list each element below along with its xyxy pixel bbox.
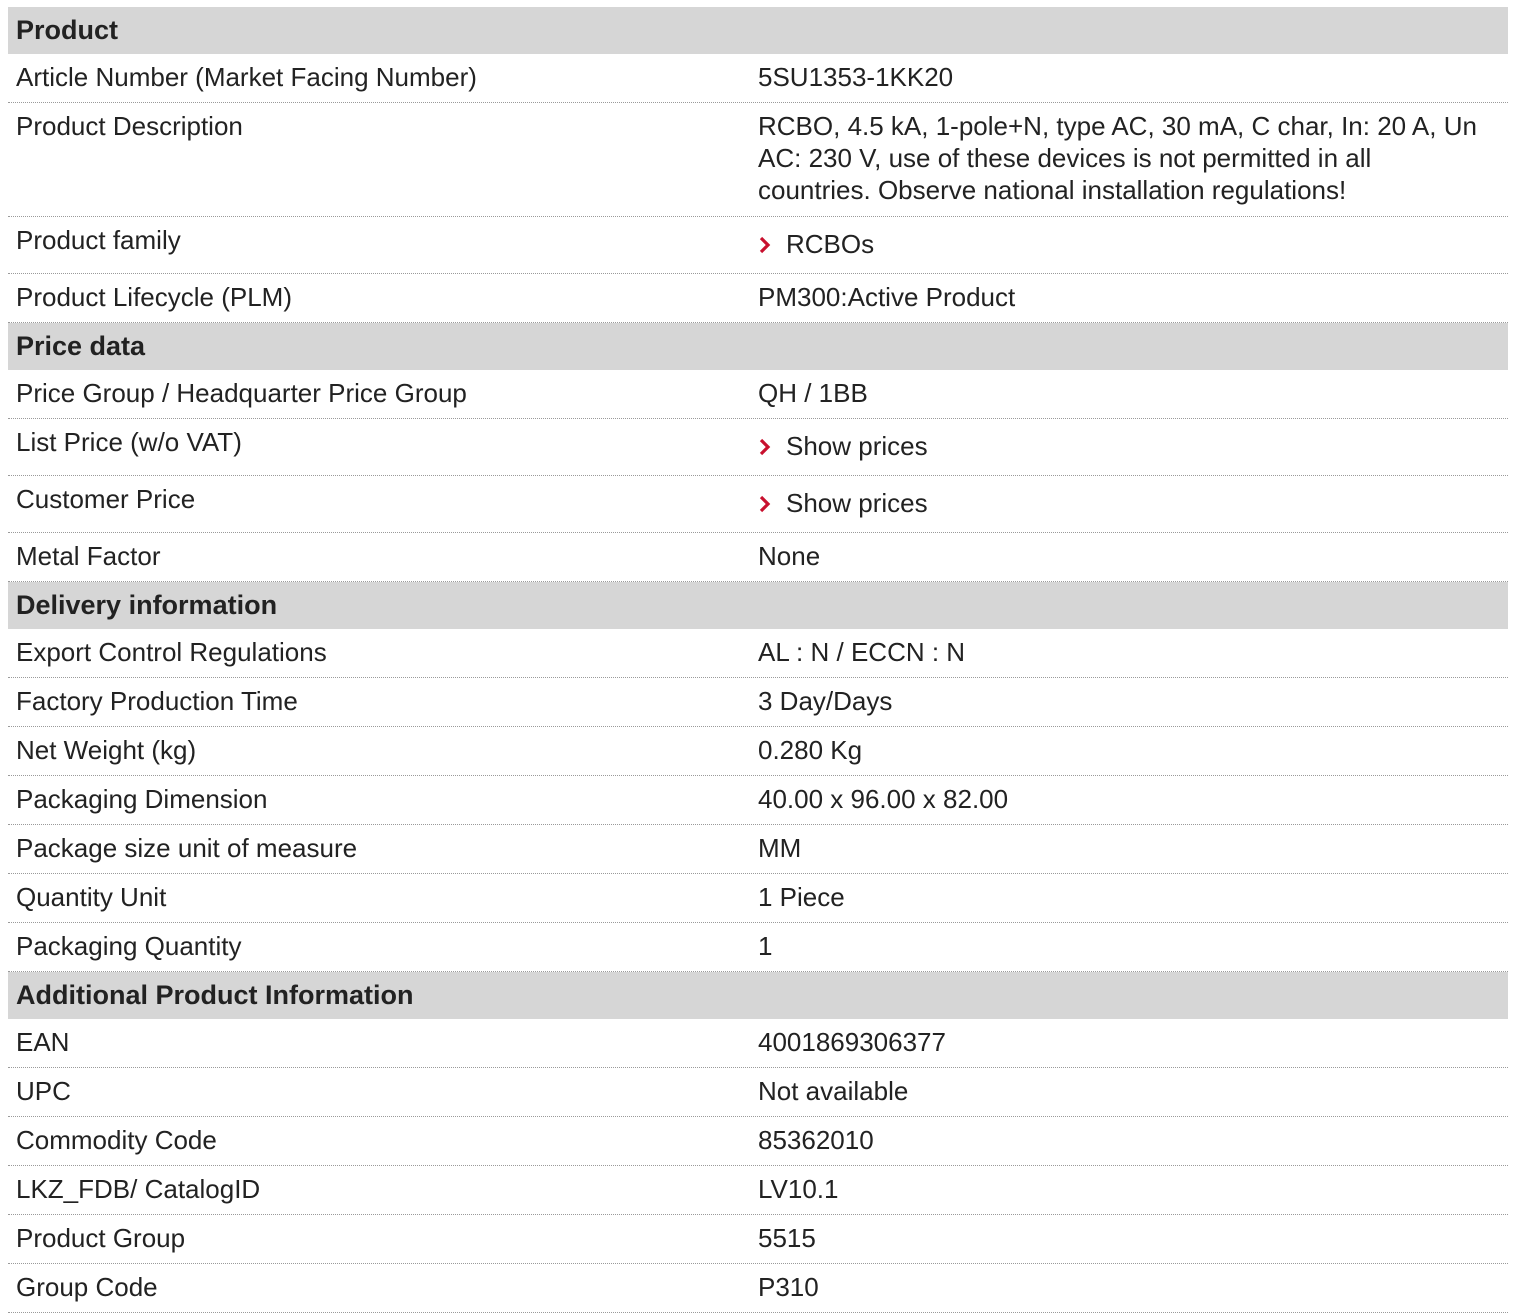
table-row-group-code: Group Code P310 (8, 1264, 1508, 1313)
product-family-link[interactable]: RCBOs (758, 224, 1508, 273)
table-row-catalog-id: LKZ_FDB/ CatalogID LV10.1 (8, 1166, 1508, 1215)
show-list-prices-link[interactable]: Show prices (758, 426, 1508, 475)
table-row-packaging-dimension: Packaging Dimension 40.00 x 96.00 x 82.0… (8, 776, 1508, 825)
section-header-additional-product-information: Additional Product Information (8, 972, 1508, 1019)
table-row-metal-factor: Metal Factor None (8, 533, 1508, 582)
row-label: Product Group (16, 1223, 186, 1253)
row-label: Group Code (16, 1272, 158, 1302)
product-data-table: Product Article Number (Market Facing Nu… (8, 7, 1508, 1313)
table-row-price-group: Price Group / Headquarter Price Group QH… (8, 370, 1508, 419)
table-row-upc: UPC Not available (8, 1068, 1508, 1117)
table-row-article-number: Article Number (Market Facing Number) 5S… (8, 54, 1508, 103)
row-value: 0.280 Kg (758, 735, 863, 765)
row-label: Product family (16, 225, 181, 255)
row-label: Packaging Quantity (16, 931, 242, 961)
table-row-commodity-code: Commodity Code 85362010 (8, 1117, 1508, 1166)
chevron-right-icon (758, 228, 786, 260)
row-value: 4001869306377 (758, 1027, 946, 1057)
table-row-product-group: Product Group 5515 (8, 1215, 1508, 1264)
row-label: Quantity Unit (16, 882, 167, 912)
link-label[interactable]: Show prices (786, 487, 928, 519)
table-row-export-control: Export Control Regulations AL : N / ECCN… (8, 629, 1508, 678)
row-label: Packaging Dimension (16, 784, 268, 814)
section-header-price-data: Price data (8, 323, 1508, 370)
row-value: PM300:Active Product (758, 282, 1016, 312)
row-value: 3 Day/Days (758, 686, 893, 716)
table-row-package-size-unit: Package size unit of measure MM (8, 825, 1508, 874)
row-label: Metal Factor (16, 541, 161, 571)
table-row-customer-price: Customer Price Show prices (8, 476, 1508, 533)
row-label: Export Control Regulations (16, 637, 327, 667)
section-header-product: Product (8, 7, 1508, 54)
row-value: 40.00 x 96.00 x 82.00 (758, 784, 1009, 814)
row-value: None (758, 541, 821, 571)
row-label: Commodity Code (16, 1125, 217, 1155)
row-value: QH / 1BB (758, 378, 868, 408)
row-label: Price Group / Headquarter Price Group (16, 378, 467, 408)
row-label: Package size unit of measure (16, 833, 358, 863)
row-label: UPC (16, 1076, 71, 1106)
row-value: 85362010 (758, 1125, 874, 1155)
row-value: AL : N / ECCN : N (758, 637, 966, 667)
table-row-factory-production-time: Factory Production Time 3 Day/Days (8, 678, 1508, 727)
table-row-ean: EAN 4001869306377 (8, 1019, 1508, 1068)
row-label: Factory Production Time (16, 686, 298, 716)
row-value: RCBO, 4.5 kA, 1-pole+N, type AC, 30 mA, … (758, 111, 1477, 205)
row-label: Article Number (Market Facing Number) (16, 62, 477, 92)
row-label: Customer Price (16, 484, 196, 514)
table-row-packaging-quantity: Packaging Quantity 1 (8, 923, 1508, 972)
chevron-right-icon (758, 487, 786, 519)
table-row-net-weight: Net Weight (kg) 0.280 Kg (8, 727, 1508, 776)
row-label: EAN (16, 1027, 70, 1057)
table-row-product-description: Product Description RCBO, 4.5 kA, 1-pole… (8, 103, 1508, 217)
row-label: List Price (w/o VAT) (16, 427, 242, 457)
table-row-product-family: Product family RCBOs (8, 217, 1508, 274)
row-value: 5SU1353-1KK20 (758, 62, 954, 92)
row-value: 1 (758, 931, 773, 961)
row-label: LKZ_FDB/ CatalogID (16, 1174, 261, 1204)
row-value: 5515 (758, 1223, 816, 1253)
row-value: MM (758, 833, 802, 863)
row-label: Net Weight (kg) (16, 735, 197, 765)
link-label[interactable]: Show prices (786, 430, 928, 462)
row-value: 1 Piece (758, 882, 845, 912)
chevron-right-icon (758, 430, 786, 462)
table-row-list-price: List Price (w/o VAT) Show prices (8, 419, 1508, 476)
section-header-delivery-information: Delivery information (8, 582, 1508, 629)
row-value: P310 (758, 1272, 819, 1302)
table-row-quantity-unit: Quantity Unit 1 Piece (8, 874, 1508, 923)
table-row-product-lifecycle: Product Lifecycle (PLM) PM300:Active Pro… (8, 274, 1508, 323)
show-customer-prices-link[interactable]: Show prices (758, 483, 1508, 532)
link-label[interactable]: RCBOs (786, 228, 874, 260)
row-value: Not available (758, 1076, 909, 1106)
row-label: Product Lifecycle (PLM) (16, 282, 292, 312)
row-label: Product Description (16, 111, 243, 141)
row-value: LV10.1 (758, 1174, 839, 1204)
